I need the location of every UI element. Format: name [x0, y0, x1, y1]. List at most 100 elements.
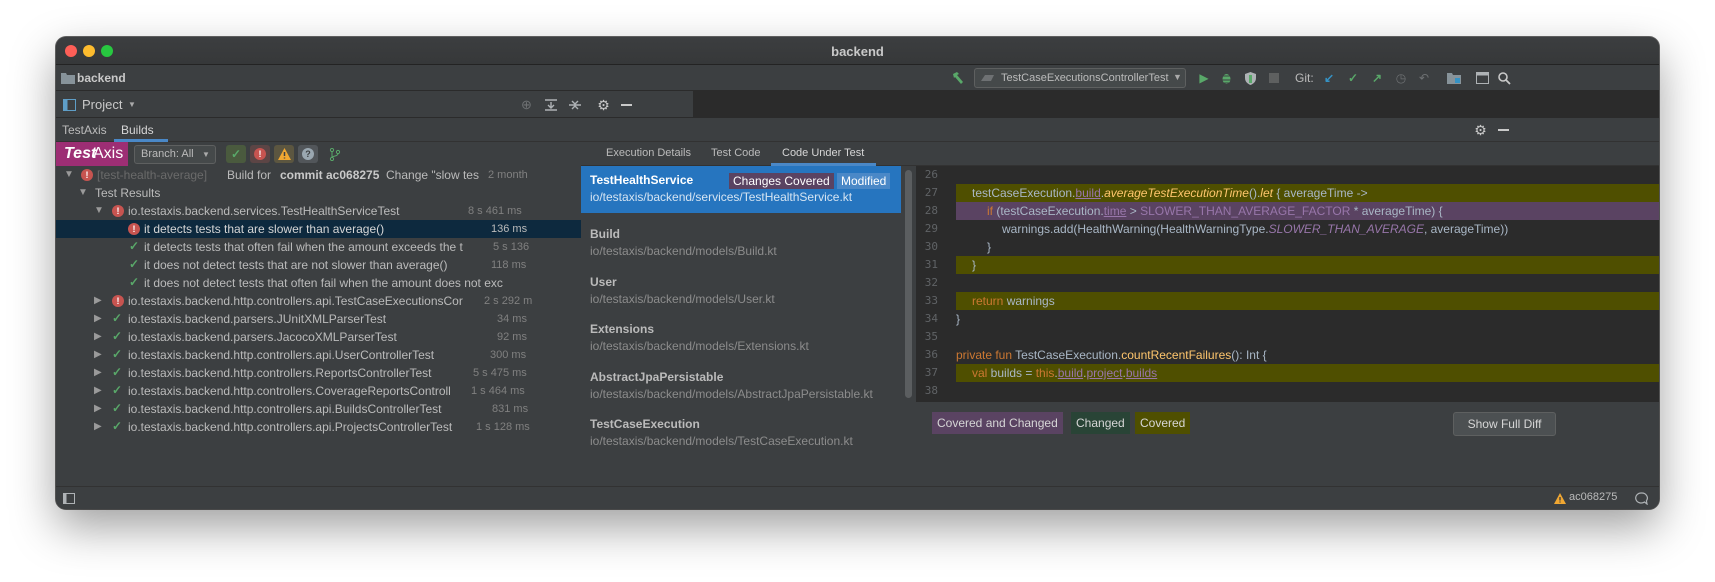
collapse-all-icon[interactable] [567, 97, 582, 112]
run-icon[interactable]: ▶ [1196, 70, 1212, 86]
notifications-icon[interactable] [1634, 491, 1648, 505]
suite-row[interactable]: ▶ ! io.testaxis.backend.http.controllers… [56, 292, 581, 310]
git-commit-icon[interactable]: ✓ [1345, 70, 1361, 86]
class-item[interactable]: Extensions io/testaxis/backend/models/Ex… [581, 315, 901, 361]
presentation-icon[interactable] [1474, 70, 1490, 86]
folder-icon [61, 71, 75, 85]
git-push-icon[interactable]: ↗ [1369, 70, 1385, 86]
chevron-down-icon[interactable]: ▼ [64, 169, 74, 180]
git-update-icon[interactable]: ↙ [1321, 70, 1337, 86]
locate-target-icon[interactable]: ⊕ [519, 97, 534, 112]
suite-row[interactable]: ▶ ✓ io.testaxis.backend.http.controllers… [56, 400, 581, 418]
tab-test-code[interactable]: Test Code [711, 147, 761, 159]
code-editor[interactable]: 26 27 testCaseExecution.build.averageTes… [916, 166, 1659, 402]
line-number: 38 [924, 384, 938, 397]
chevron-down-icon[interactable]: ▼ [78, 187, 88, 198]
rollback-icon[interactable]: ↶ [1416, 70, 1432, 86]
tab-execution-details[interactable]: Execution Details [606, 147, 691, 159]
filter-failed-toggle[interactable]: ! [250, 145, 270, 163]
chevron-right-icon[interactable]: ▶ [94, 403, 102, 414]
debug-bug-icon[interactable] [1218, 70, 1234, 86]
git-commit-status[interactable]: ac068275 [1569, 491, 1617, 503]
stop-icon[interactable] [1266, 70, 1282, 86]
git-branch-icon[interactable] [328, 147, 342, 161]
tool-windows-toggle-icon[interactable] [62, 492, 75, 504]
class-name: User [590, 275, 617, 289]
check-icon: ✓ [230, 147, 242, 161]
class-item[interactable]: AbstractJpaPersistable io/testaxis/backe… [581, 363, 901, 409]
test-row[interactable]: ! it detects tests that are slower than … [56, 220, 581, 238]
class-item[interactable]: TestCaseExecution io/testaxis/backend/mo… [581, 410, 901, 456]
class-path: io/testaxis/backend/models/User.kt [590, 292, 775, 306]
test-results-row[interactable]: ▼ Test Results [56, 184, 581, 202]
test-row[interactable]: ✓ it does not detect tests that are not … [56, 256, 581, 274]
suite-row[interactable]: ▶ ✓ io.testaxis.backend.parsers.JacocoXM… [56, 328, 581, 346]
project-structure-icon[interactable] [1446, 70, 1462, 86]
question-icon: ? [302, 148, 314, 160]
filter-passed-toggle[interactable]: ✓ [226, 145, 246, 163]
minimize-icon[interactable] [1496, 122, 1511, 137]
tab-builds[interactable]: Builds [121, 123, 154, 137]
class-item[interactable]: User io/testaxis/backend/models/User.kt [581, 268, 901, 314]
suite-row[interactable]: ▼ ! io.testaxis.backend.services.TestHea… [56, 202, 581, 220]
check-icon: ✓ [112, 311, 123, 325]
suite-row[interactable]: ▶ ✓ io.testaxis.backend.http.controllers… [56, 364, 581, 382]
test-row[interactable]: ✓ it does not detect tests that often fa… [56, 274, 581, 292]
warning-icon[interactable] [1553, 492, 1566, 504]
build-age: 2 month [488, 169, 528, 181]
suite-time: 831 ms [492, 403, 529, 415]
chevron-right-icon[interactable]: ▶ [94, 367, 102, 378]
chevron-right-icon[interactable]: ▶ [94, 421, 102, 432]
build-hammer-icon[interactable] [950, 70, 966, 86]
chevron-right-icon[interactable]: ▶ [94, 295, 102, 306]
suite-name: io.testaxis.backend.http.controllers.api… [128, 348, 435, 362]
test-row[interactable]: ✓ it detects tests that often fail when … [56, 238, 581, 256]
check-icon: ✓ [112, 347, 123, 361]
title-bar: backend [56, 37, 1659, 65]
chevron-right-icon[interactable]: ▶ [94, 331, 102, 342]
run-configuration-select[interactable]: TestCaseExecutionsControllerTest ▼ [974, 68, 1186, 88]
minimize-icon[interactable] [619, 97, 634, 112]
test-time: 136 ms [491, 223, 528, 235]
code-text: return warnings [956, 292, 1659, 310]
chevron-down-icon[interactable]: ▼ [94, 205, 104, 216]
build-row[interactable]: ▼ ! [test-health-average] Build for comm… [56, 166, 581, 184]
suite-row[interactable]: ▶ ✓ io.testaxis.backend.http.controllers… [56, 346, 581, 364]
chevron-down-icon: ▼ [1173, 72, 1182, 82]
class-item[interactable]: Build io/testaxis/backend/models/Build.k… [581, 220, 901, 266]
chevron-right-icon[interactable]: ▶ [94, 385, 102, 396]
class-list-scrollbar[interactable] [901, 166, 916, 486]
project-view-label[interactable]: Project [82, 97, 122, 112]
gear-icon[interactable]: ⚙ [596, 97, 611, 112]
code-line: 36 private fun TestCaseExecution.countRe… [916, 346, 1659, 364]
chevron-right-icon[interactable]: ▶ [94, 349, 102, 360]
tab-code-under-test[interactable]: Code Under Test [782, 147, 864, 159]
branch-filter-select[interactable]: Branch: All ▼ [134, 145, 216, 164]
expand-all-icon[interactable] [543, 97, 558, 112]
code-line: 31 } [916, 256, 1659, 274]
coverage-shield-icon[interactable] [1242, 70, 1258, 86]
code-line: 38 [916, 382, 1659, 400]
show-full-diff-button[interactable]: Show Full Diff [1453, 412, 1556, 436]
filter-warning-toggle[interactable] [274, 145, 294, 163]
chevron-down-icon[interactable]: ▼ [128, 100, 136, 109]
class-item[interactable]: TestHealthService io/testaxis/backend/se… [581, 166, 901, 213]
gear-icon[interactable]: ⚙ [1473, 122, 1488, 137]
error-icon: ! [128, 223, 140, 235]
tab-testaxis[interactable]: TestAxis [62, 123, 107, 137]
suite-row[interactable]: ▶ ✓ io.testaxis.backend.parsers.JUnitXML… [56, 310, 581, 328]
chevron-right-icon[interactable]: ▶ [94, 313, 102, 324]
suite-row[interactable]: ▶ ✓ io.testaxis.backend.http.controllers… [56, 418, 581, 436]
history-clock-icon[interactable]: ◷ [1393, 70, 1409, 86]
scrollbar-thumb[interactable] [905, 170, 912, 398]
code-line: 35 [916, 328, 1659, 346]
changed-classes-list: TestHealthService io/testaxis/backend/se… [581, 166, 901, 486]
code-line: 28 if (testCaseExecution.time > SLOWER_T… [916, 202, 1659, 220]
test-name: it does not detect tests that are not sl… [144, 258, 448, 272]
search-icon[interactable] [1496, 70, 1512, 86]
suite-row[interactable]: ▶ ✓ io.testaxis.backend.http.controllers… [56, 382, 581, 400]
project-breadcrumb[interactable]: backend [77, 71, 126, 85]
filter-unknown-toggle[interactable]: ? [298, 145, 318, 163]
branch-filter-label: Branch: All [141, 148, 194, 160]
code-line: 30 } [916, 238, 1659, 256]
